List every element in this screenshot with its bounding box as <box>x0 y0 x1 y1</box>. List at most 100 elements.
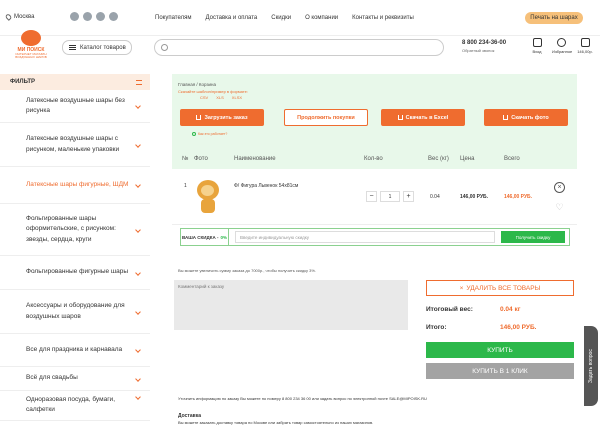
product-name[interactable]: Ф/ Фигура Львенок 54х81см <box>234 183 366 189</box>
quantity-stepper[interactable]: − 1 + <box>366 191 430 202</box>
search-input[interactable] <box>168 44 443 51</box>
format-xlsx-link[interactable]: XLSX <box>232 95 242 100</box>
info-icon <box>192 132 196 136</box>
format-links: CSV XLS XLSX <box>200 95 571 100</box>
row-weight: 0.04 <box>430 193 440 200</box>
sidebar-item-party[interactable]: Все для праздника и карнавала <box>0 334 150 367</box>
sidebar-item-label: Латексные воздушные шары без рисунка <box>26 96 125 114</box>
cart-toolbar-area: Главная / Корзина Скачайте шаблон/пример… <box>172 74 577 149</box>
site-logo[interactable]: МИ ПОИСК ИНТЕРНЕТ МАГАЗИН ВОЗДУШНЫХ ШАРО… <box>6 30 56 66</box>
vk-icon[interactable] <box>70 12 79 21</box>
discount-percent: 0% <box>220 234 227 240</box>
discount-note: Вы можете увеличить сумму заказа до 7000… <box>178 268 317 273</box>
user-icon <box>532 38 542 47</box>
discount-label: ВАША СКИДКА - 0% <box>181 229 229 245</box>
main-header: МИ ПОИСК ИНТЕРНЕТ МАГАЗИН ВОЗДУШНЫХ ШАРО… <box>0 30 600 66</box>
favorites-button[interactable]: Избранное <box>552 38 573 54</box>
row-price: 146,00 РУБ. <box>460 193 489 200</box>
nav-customers[interactable]: Покупателям <box>155 15 192 21</box>
how-it-works-link[interactable]: Как это работает? <box>192 132 227 136</box>
increase-qty-button[interactable]: + <box>403 191 414 202</box>
row-actions: × ♡ <box>554 182 565 212</box>
breadcrumb[interactable]: Главная / Корзина <box>178 82 571 87</box>
sidebar-item-label: Фольгированные фигурные шары <box>26 268 129 276</box>
download-excel-button[interactable]: Скачать в Excel <box>381 109 465 126</box>
total-weight: Итоговый вес: 0.04 кг <box>426 306 520 313</box>
print-on-balloons-button[interactable]: Печать на шарах <box>525 12 583 24</box>
delivery-title: Доставка <box>178 413 201 419</box>
upload-order-button[interactable]: Загрузить заказ <box>180 109 264 126</box>
sidebar-item-accessories[interactable]: Аксессуары и оборудование для воздушных … <box>0 290 150 334</box>
weight-label: Итоговый вес: <box>426 306 473 313</box>
sidebar-item-label: Латексные воздушные шары с рисунком, мал… <box>26 135 120 153</box>
order-comment-field[interactable]: Комментарий к заказу <box>174 280 408 330</box>
delivery-text: Вы можете заказать доставку товара по Мо… <box>178 420 374 425</box>
template-download-text: Скачайте шаблон/пример в формате: <box>178 89 248 94</box>
nav-about[interactable]: О компании <box>305 15 338 21</box>
chevron-down-icon <box>135 308 141 315</box>
buy-label: КУПИТЬ <box>487 346 513 354</box>
discount-input[interactable]: Введите индивидуальную скидку <box>235 231 495 243</box>
sidebar-item-tableware[interactable]: Одноразовая посуда, бумаги, салфетки <box>0 391 150 421</box>
sidebar-item-latex-printed[interactable]: Латексные воздушные шары с рисунком, мал… <box>0 123 150 167</box>
chevron-down-icon <box>135 226 141 233</box>
heart-icon[interactable]: ♡ <box>556 203 564 212</box>
buy-one-click-button[interactable]: КУПИТЬ В 1 КЛИК <box>426 363 574 379</box>
sidebar-item-wedding[interactable]: Всё для свадьбы <box>0 367 150 391</box>
delete-all-button[interactable]: × УДАЛИТЬ ВСЕ ТОВАРЫ <box>426 280 574 296</box>
catalog-button[interactable]: Каталог товаров <box>62 40 132 55</box>
delete-all-label: УДАЛИТЬ ВСЕ ТОВАРЫ <box>466 284 541 292</box>
weight-value: 0.04 кг <box>500 306 521 313</box>
odnoklassniki-icon[interactable] <box>109 12 118 21</box>
chevron-down-icon <box>135 103 141 109</box>
format-csv-link[interactable]: CSV <box>200 95 208 100</box>
telegram-icon[interactable] <box>83 12 92 21</box>
col-photo: Фото <box>194 156 208 162</box>
sidebar-item-label: Всё для свадьбы <box>26 374 78 382</box>
howto-label: Как это работает? <box>198 132 228 136</box>
favorites-label: Избранное <box>552 49 573 54</box>
callback-link[interactable]: Обратный звонок <box>462 48 506 53</box>
sidebar-item-latex-plain[interactable]: Латексные воздушные шары без рисунка <box>0 90 150 123</box>
sidebar-item-label: Одноразовая посуда, бумаги, салфетки <box>26 396 115 414</box>
filter-header[interactable]: ФИЛЬТР <box>0 74 150 90</box>
location-pin-icon <box>4 13 13 21</box>
col-weight: Вес (кг) <box>428 156 449 162</box>
sidebar-item-foil-decor[interactable]: Фольгированные шары оформительские, с ри… <box>0 204 150 256</box>
sidebar-item-latex-figured[interactable]: Латексные шары фигурные, ШДМ <box>0 167 150 204</box>
login-button[interactable]: Вход <box>528 38 546 54</box>
product-photo[interactable] <box>196 179 234 214</box>
filter-icon <box>136 79 142 85</box>
sidebar-item-foil-figured[interactable]: Фольгированные фигурные шары <box>0 256 150 290</box>
ask-question-tab[interactable]: Задать вопрос <box>584 326 598 406</box>
cart-button[interactable]: 146,00р. <box>576 38 594 54</box>
phone-number[interactable]: 8 800 234-36-00 <box>462 40 506 46</box>
sidebar-item-label: Фольгированные шары оформительские, с ри… <box>26 215 116 243</box>
cart-sum-label: 146,00р. <box>577 49 593 54</box>
search-icon <box>161 44 168 51</box>
decrease-qty-button[interactable]: − <box>366 191 377 202</box>
col-name: Наименование <box>234 156 276 162</box>
format-xls-link[interactable]: XLS <box>216 95 224 100</box>
nav-delivery[interactable]: Доставка и оплата <box>206 15 258 21</box>
catalog-label: Каталог товаров <box>80 44 126 51</box>
login-label: Вход <box>532 49 542 54</box>
cart-actions: Загрузить заказ Продолжить покупки Скача… <box>180 109 568 126</box>
order-total: Итого: 146,00 РУБ. <box>426 324 536 331</box>
chevron-down-icon <box>135 394 141 400</box>
search-box[interactable] <box>154 39 444 56</box>
buy-button[interactable]: КУПИТЬ <box>426 342 574 358</box>
get-discount-button[interactable]: Получить скидку <box>501 231 565 243</box>
qty-value[interactable]: 1 <box>380 191 400 202</box>
nav-contacts[interactable]: Контакты и реквизиты <box>352 15 414 21</box>
nav-discounts[interactable]: Скидки <box>271 15 291 21</box>
city-selector[interactable]: Москва <box>4 13 34 21</box>
remove-item-icon[interactable]: × <box>554 182 565 193</box>
balloon-logo-icon <box>21 30 41 46</box>
viber-icon[interactable] <box>96 12 105 21</box>
download-photo-button[interactable]: Скачать фото <box>484 109 568 126</box>
continue-shopping-button[interactable]: Продолжить покупки <box>284 109 368 126</box>
row-total: 146,00 РУБ. <box>504 193 533 200</box>
continue-label: Продолжить покупки <box>297 114 355 121</box>
cart-icon <box>580 38 590 47</box>
